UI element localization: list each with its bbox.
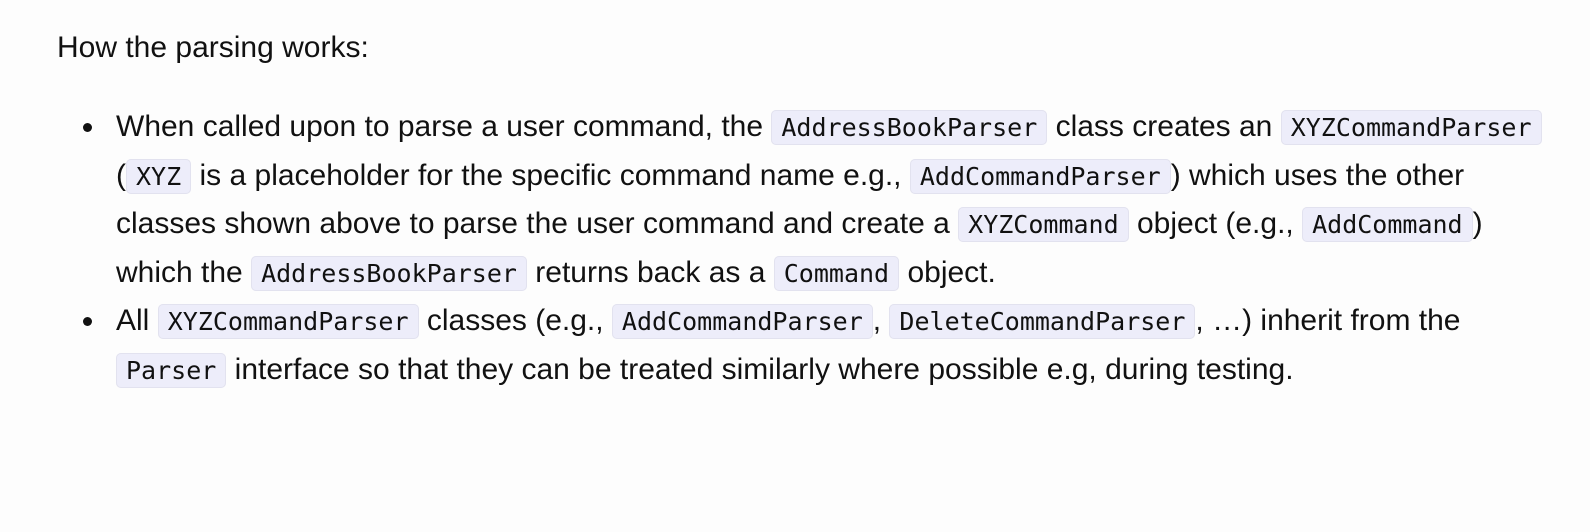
bullet-marker — [83, 317, 92, 326]
text-run: is a placeholder for the specific comman… — [191, 158, 910, 192]
text-run: interface so that they can be treated si… — [226, 352, 1294, 386]
text-run: All — [116, 304, 158, 337]
inline-code: AddCommandParser — [909, 158, 1171, 194]
text-run: When called upon to parse a user command… — [116, 110, 772, 143]
text-run: object (e.g., — [1128, 207, 1303, 240]
text-run: , …) inherit from the — [1195, 304, 1461, 337]
bullet-marker — [83, 123, 92, 132]
text-run: ( — [116, 158, 126, 192]
document-content: How the parsing works: When called upon … — [57, 24, 1557, 394]
inline-code: XYZCommandParser — [1280, 110, 1542, 145]
inline-code: AddCommandParser — [611, 304, 873, 339]
inline-code: Parser — [116, 352, 227, 388]
text-run: returns back as a — [526, 255, 774, 289]
list-item: When called upon to parse a user command… — [57, 103, 1557, 297]
text-run: object. — [899, 255, 996, 289]
inline-code: XYZ — [126, 158, 192, 194]
inline-code: AddCommand — [1302, 207, 1473, 242]
inline-code: XYZCommand — [958, 207, 1129, 242]
inline-code: AddressBookParser — [771, 110, 1048, 145]
inline-code: AddressBookParser — [251, 255, 527, 291]
inline-code: XYZCommandParser — [157, 304, 419, 339]
text-run: class creates an — [1047, 110, 1281, 143]
bullet-list: When called upon to parse a user command… — [57, 103, 1557, 394]
list-item: All XYZCommandParser classes (e.g., AddC… — [57, 297, 1557, 394]
inline-code: DeleteCommandParser — [889, 304, 1196, 339]
text-run: , — [872, 304, 890, 337]
text-run: classes (e.g., — [418, 304, 612, 337]
inline-code: Command — [773, 255, 900, 291]
section-intro: How the parsing works: — [57, 31, 369, 64]
